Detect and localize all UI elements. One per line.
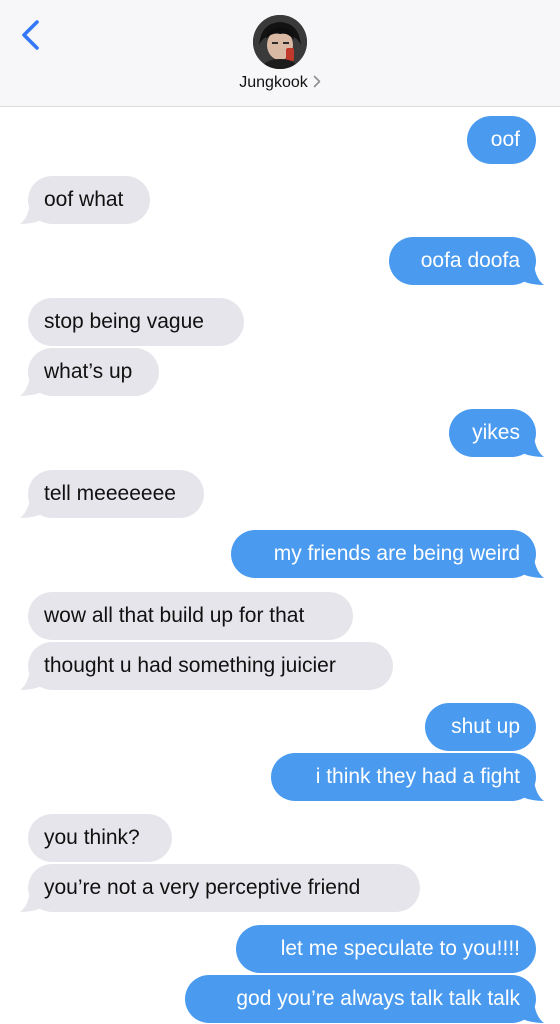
message-text: yikes bbox=[472, 421, 520, 444]
message-text: my friends are being weird bbox=[273, 542, 520, 565]
outgoing-message[interactable]: god you’re always talk talk talk bbox=[185, 975, 544, 1023]
incoming-message[interactable]: you’re not a very perceptive friend bbox=[20, 864, 420, 912]
bubble-tail bbox=[20, 498, 42, 518]
bubble-tail bbox=[20, 204, 42, 224]
bubble-tail bbox=[522, 558, 544, 578]
message-thread[interactable]: oof oof what oofa doofa stop being vague… bbox=[0, 108, 560, 1024]
bubble-tail bbox=[20, 892, 42, 912]
incoming-message[interactable]: stop being vague bbox=[28, 298, 244, 346]
message-text: i think they had a fight bbox=[315, 765, 520, 788]
message-text: you think? bbox=[44, 826, 140, 849]
conversation-header: Jungkook bbox=[0, 0, 560, 107]
message-text: god you’re always talk talk talk bbox=[236, 987, 520, 1010]
contact-photo bbox=[253, 15, 307, 69]
bubble-tail bbox=[522, 781, 544, 801]
message-text: stop being vague bbox=[44, 310, 204, 333]
contact-name: Jungkook bbox=[239, 74, 308, 91]
incoming-message[interactable]: wow all that build up for that bbox=[28, 592, 353, 640]
incoming-message[interactable]: tell meeeeeee bbox=[20, 470, 204, 518]
message-text: oof bbox=[490, 128, 520, 151]
incoming-message[interactable]: you think? bbox=[28, 814, 172, 862]
message-text: let me speculate to you!!!! bbox=[280, 937, 520, 960]
chevron-left-icon bbox=[22, 20, 39, 50]
incoming-message[interactable]: oof what bbox=[20, 176, 150, 224]
message-text: oofa doofa bbox=[420, 249, 520, 272]
bubble-tail bbox=[20, 376, 42, 396]
back-button[interactable] bbox=[14, 14, 54, 58]
outgoing-message[interactable]: shut up bbox=[425, 703, 536, 751]
bubble-tail bbox=[20, 670, 42, 690]
bubble-tail bbox=[522, 265, 544, 285]
message-text: what’s up bbox=[44, 360, 133, 383]
incoming-message[interactable]: what’s up bbox=[20, 348, 159, 396]
outgoing-message[interactable]: oof bbox=[467, 116, 536, 164]
message-text: you’re not a very perceptive friend bbox=[44, 876, 361, 899]
avatar[interactable] bbox=[253, 15, 307, 69]
message-text: shut up bbox=[451, 715, 520, 738]
outgoing-message[interactable]: let me speculate to you!!!! bbox=[236, 925, 536, 973]
message-text: oof what bbox=[44, 188, 124, 211]
outgoing-message[interactable]: my friends are being weird bbox=[231, 530, 544, 578]
outgoing-message[interactable]: yikes bbox=[449, 409, 544, 457]
incoming-message[interactable]: thought u had something juicier bbox=[20, 642, 393, 690]
message-text: tell meeeeeee bbox=[44, 482, 176, 505]
message-text: thought u had something juicier bbox=[44, 654, 336, 677]
bubble-tail bbox=[522, 437, 544, 457]
contact-name-button[interactable]: Jungkook bbox=[0, 74, 560, 92]
outgoing-message[interactable]: oofa doofa bbox=[389, 237, 544, 285]
chevron-right-icon bbox=[313, 75, 321, 88]
bubble-tail bbox=[522, 1003, 544, 1023]
outgoing-message[interactable]: i think they had a fight bbox=[271, 753, 544, 801]
message-text: wow all that build up for that bbox=[44, 604, 305, 627]
